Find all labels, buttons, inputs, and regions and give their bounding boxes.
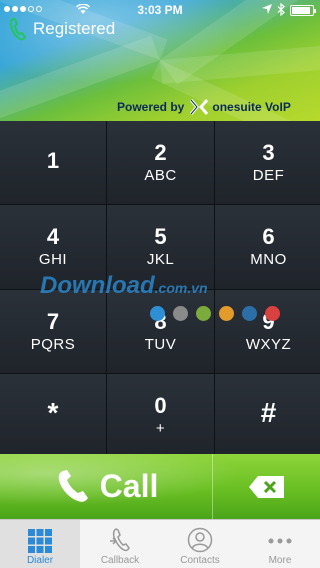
tab-dialer[interactable]: Dialer — [0, 520, 80, 568]
key-digit: 7 — [46, 308, 60, 334]
call-label: Call — [99, 468, 159, 504]
key-9[interactable]: 9 WXYZ — [215, 289, 320, 373]
dialer-grid-icon — [28, 529, 52, 553]
tab-contacts[interactable]: Contacts — [160, 520, 240, 568]
key-digit: 0 — [154, 392, 167, 418]
tab-label: More — [268, 555, 292, 566]
key-6[interactable]: 6 MNO — [215, 205, 320, 289]
key-7[interactable]: 7 PQRS — [0, 289, 106, 373]
onesuite-logo-icon — [190, 99, 209, 115]
key-letters: TUV — [144, 335, 177, 353]
backspace-icon — [248, 475, 284, 498]
key-4[interactable]: 4 GHI — [0, 205, 106, 289]
key-2[interactable]: 2 ABC — [107, 121, 214, 205]
tab-bar: Dialer Callback Contacts More — [0, 519, 320, 568]
key-digit: 2 — [154, 140, 167, 166]
key-star[interactable]: * — [0, 373, 106, 457]
key-digit: # — [260, 397, 277, 429]
tab-label: Dialer — [26, 555, 54, 566]
key-digit: 4 — [46, 224, 60, 250]
tab-label: Contacts — [180, 555, 220, 566]
powered-by-label: Powered by — [117, 100, 185, 114]
status-bar: 3:03 PM — [0, 0, 320, 20]
tab-label: Callback — [100, 555, 140, 566]
powered-by-branding: Powered by onesuite VoIP — [117, 98, 291, 116]
key-1[interactable]: 1 — [0, 121, 106, 205]
registration-status: Registered — [33, 19, 116, 38]
key-digit: 9 — [262, 308, 275, 334]
contacts-icon — [187, 527, 213, 553]
tab-callback[interactable]: Callback — [80, 520, 160, 568]
header-banner: 3:03 PM Registered Powered by onesuite V… — [0, 0, 320, 121]
key-letters: WXYZ — [245, 335, 292, 353]
key-letters: + — [155, 419, 166, 437]
key-5[interactable]: 5 JKL — [107, 205, 214, 289]
more-icon — [268, 538, 292, 544]
phone-icon — [58, 469, 88, 502]
key-digit: 6 — [262, 224, 275, 250]
key-digit: * — [47, 397, 59, 429]
key-letters: MNO — [250, 251, 287, 269]
key-digit: 5 — [154, 224, 167, 250]
key-letters: DEF — [252, 167, 285, 185]
key-letters: JKL — [146, 251, 175, 269]
phone-status-icon — [9, 18, 27, 41]
call-bar: Call — [0, 454, 320, 519]
dial-keypad: 1 2 ABC 3 DEF 4 GHI 5 JKL 6 MNO 7 PQRS 8 TUV 9W… — [0, 121, 320, 457]
status-time: 3:03 PM — [137, 3, 183, 17]
key-3[interactable]: 3 DEF — [215, 121, 320, 205]
key-hash[interactable]: # — [215, 373, 320, 457]
key-0[interactable]: 0 + — [107, 373, 214, 457]
key-letters: ABC — [144, 167, 177, 185]
key-8[interactable]: 8 TUV — [107, 289, 214, 373]
battery-icon — [290, 5, 316, 16]
call-button[interactable]: Call — [0, 454, 213, 519]
bluetooth-icon — [277, 3, 285, 16]
tab-more[interactable]: More — [240, 520, 320, 568]
key-digit: 3 — [262, 140, 275, 166]
backspace-button[interactable] — [213, 454, 320, 519]
key-digit: 8 — [154, 308, 167, 334]
key-letters: PQRS — [30, 335, 76, 353]
brand-name: onesuite VoIP — [212, 100, 291, 114]
key-letters: GHI — [38, 251, 68, 269]
callback-icon — [110, 528, 130, 552]
location-arrow-icon — [262, 4, 272, 14]
key-digit: 1 — [46, 147, 60, 173]
